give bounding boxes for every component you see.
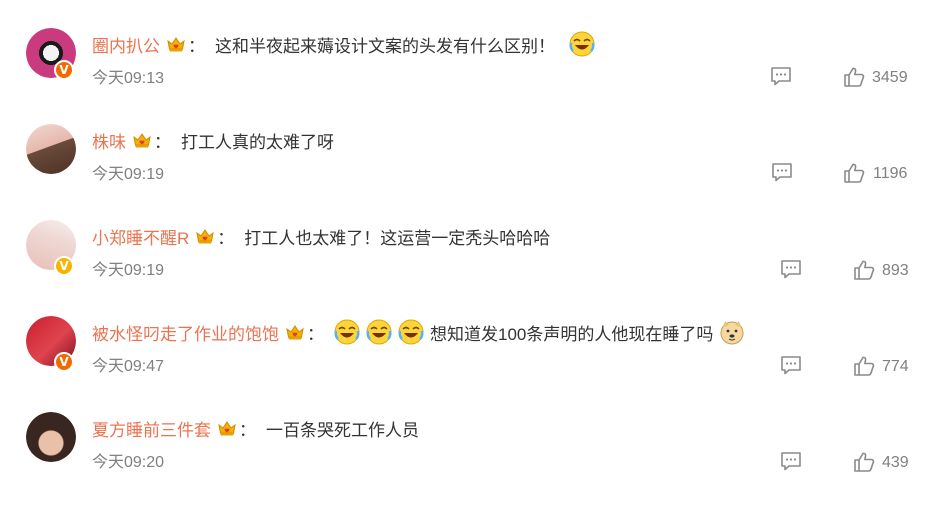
comment-item: V 小郑睡不醒R ： 打工人也太难了！这运营一定秃头哈哈哈 今天09:19 89… (0, 220, 939, 316)
like-count: 1196 (873, 165, 908, 182)
timestamp: 今天09:20 (92, 454, 165, 471)
thumbs-up-icon[interactable] (843, 163, 865, 183)
comment-text: 一百条哭死工作人员 (266, 420, 419, 440)
doge-emoji (719, 319, 745, 345)
separator: ： (217, 228, 235, 248)
comment-item: 株味 ： 打工人真的太难了呀 今天09:19 1196 (0, 124, 939, 220)
timestamp: 今天09:19 (92, 262, 165, 279)
username[interactable]: 株味 (92, 128, 126, 153)
comment-text: 这和半夜起来薅设计文案的头发有什么区别！ (215, 36, 555, 56)
like-count: 439 (882, 454, 909, 471)
avatar[interactable] (26, 124, 76, 174)
avatar[interactable] (26, 412, 76, 462)
username[interactable]: 夏方睡前三件套 (92, 416, 211, 441)
comment-reply-icon[interactable] (770, 66, 792, 86)
separator: ： (154, 132, 171, 152)
crown-icon (195, 226, 215, 246)
username[interactable]: 小郑睡不醒R (92, 224, 189, 249)
like-count: 774 (882, 358, 909, 375)
comment-item: V 圈内扒公 ： 这和半夜起来薅设计文案的头发有什么区别！ 今天09:13 34… (0, 28, 939, 124)
timestamp: 今天09:47 (92, 358, 165, 375)
comment-item: V 被水怪叼走了作业的饱饱 ： 想知道发100条声明的人他现在睡了吗 今天09:… (0, 316, 939, 412)
comment-reply-icon[interactable] (771, 162, 793, 182)
comment-text: 想知道发100条声明的人他现在睡了吗 (430, 324, 714, 344)
comment-text: 打工人真的太难了呀 (181, 132, 334, 152)
crown-icon (285, 322, 305, 342)
comment-reply-icon[interactable] (780, 259, 802, 279)
comment-reply-icon[interactable] (780, 451, 802, 471)
separator: ： (188, 36, 205, 56)
crown-icon (217, 418, 237, 438)
crown-icon (132, 130, 152, 150)
thumbs-up-icon[interactable] (853, 356, 875, 376)
thumbs-up-icon[interactable] (843, 67, 865, 87)
thumbs-up-icon[interactable] (853, 260, 875, 280)
comment-item: 夏方睡前三件套 ： 一百条哭死工作人员 今天09:20 439 (0, 412, 939, 508)
comment-reply-icon[interactable] (780, 355, 802, 375)
timestamp: 今天09:19 (92, 166, 165, 183)
like-count: 3459 (872, 69, 908, 86)
verified-badge: V (54, 60, 74, 80)
laugh-cry-emoji (366, 319, 392, 345)
timestamp: 今天09:13 (92, 70, 165, 87)
laugh-cry-emoji (569, 31, 595, 57)
thumbs-up-icon[interactable] (853, 452, 875, 472)
username[interactable]: 被水怪叼走了作业的饱饱 (92, 320, 279, 345)
comment-text: 打工人也太难了！这运营一定秃头哈哈哈 (244, 228, 551, 248)
crown-icon (166, 34, 186, 54)
laugh-cry-emoji (398, 319, 424, 345)
separator: ： (239, 420, 256, 440)
like-count: 893 (882, 262, 909, 279)
laugh-cry-emoji (334, 319, 360, 345)
verified-badge: V (54, 256, 74, 276)
verified-badge: V (54, 352, 74, 372)
separator: ： (307, 324, 324, 344)
comment-list: V 圈内扒公 ： 这和半夜起来薅设计文案的头发有什么区别！ 今天09:13 34… (0, 0, 939, 490)
username[interactable]: 圈内扒公 (92, 32, 160, 57)
